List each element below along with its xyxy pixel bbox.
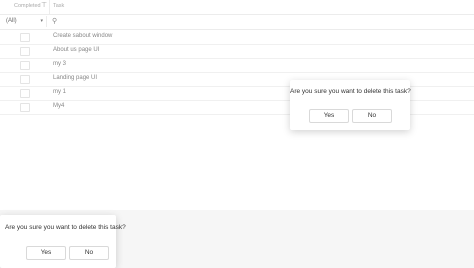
column-header-task[interactable]: Task: [53, 3, 64, 9]
grid-filter-row: (All) ▾ ⚲: [0, 15, 474, 30]
task-cell: About us page UI: [53, 47, 100, 53]
grid-header-row: Completed ⊤ Task: [0, 0, 474, 15]
no-button[interactable]: No: [69, 246, 109, 260]
completed-filter-select[interactable]: (All) ▾: [4, 16, 47, 27]
search-icon[interactable]: ⚲: [52, 17, 57, 25]
column-header-completed-label: Completed: [14, 3, 41, 9]
completed-checkbox[interactable]: [20, 89, 30, 98]
delete-confirm-popup: Are you sure you want to delete this tas…: [290, 80, 411, 130]
column-header-completed[interactable]: Completed ⊤: [0, 0, 50, 14]
no-button[interactable]: No: [352, 109, 392, 123]
yes-button[interactable]: Yes: [26, 246, 66, 260]
filter-icon[interactable]: ⊤: [41, 1, 47, 9]
completed-checkbox[interactable]: [20, 75, 30, 84]
completed-checkbox[interactable]: [20, 47, 30, 56]
completed-checkbox[interactable]: [20, 33, 30, 42]
table-row[interactable]: my 3: [0, 58, 474, 73]
delete-confirm-message: Are you sure you want to delete this tas…: [5, 224, 126, 231]
task-cell: Landing page UI: [53, 75, 98, 81]
completed-filter-value: (All): [6, 18, 17, 24]
completed-checkbox[interactable]: [20, 61, 30, 70]
task-cell: my 3: [53, 61, 67, 67]
task-cell: My4: [53, 103, 65, 109]
yes-button[interactable]: Yes: [309, 109, 349, 123]
delete-confirm-popup-secondary: Are you sure you want to delete this tas…: [0, 215, 126, 268]
chevron-down-icon[interactable]: ▾: [40, 18, 43, 24]
delete-confirm-message: Are you sure you want to delete this tas…: [290, 88, 411, 95]
table-row[interactable]: Create sabout window: [0, 30, 474, 45]
table-row[interactable]: About us page UI: [0, 44, 474, 59]
task-cell: Create sabout window: [53, 33, 113, 39]
task-cell: my 1: [53, 89, 67, 95]
completed-checkbox[interactable]: [20, 103, 30, 112]
